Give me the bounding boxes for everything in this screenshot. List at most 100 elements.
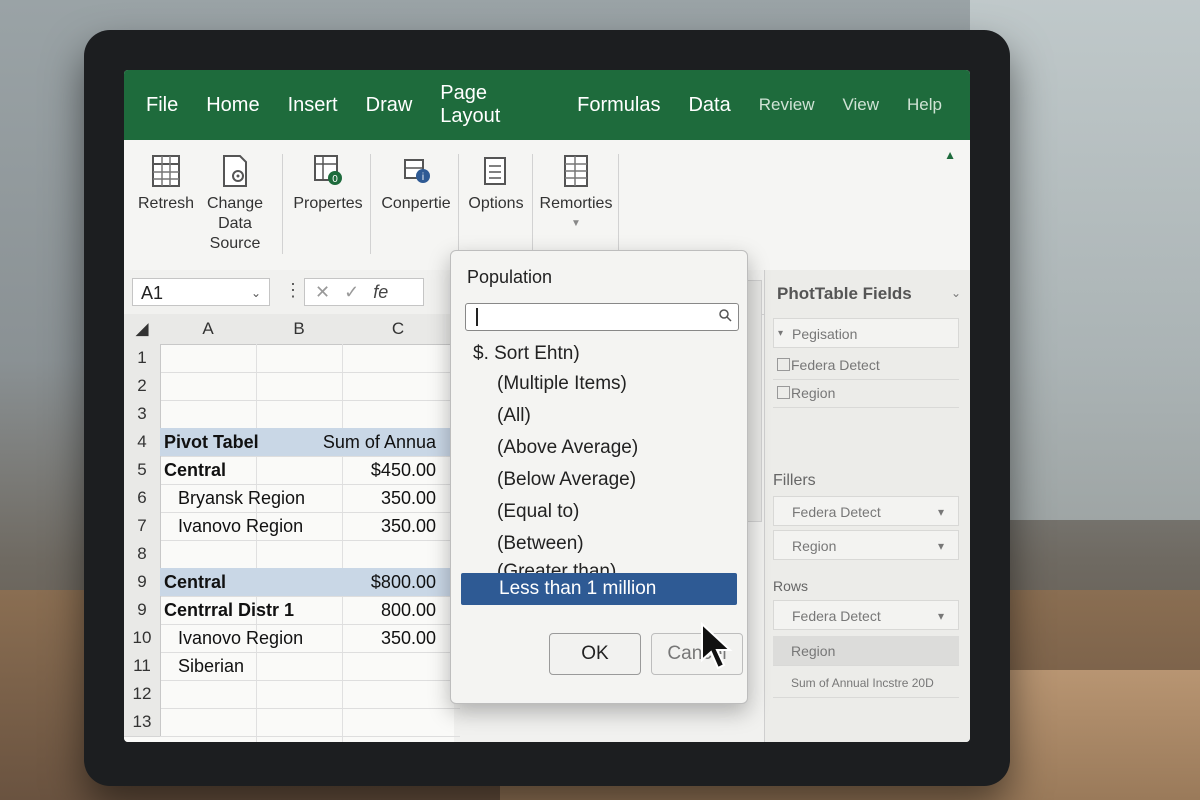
connections-button[interactable]: i Conpertie (378, 154, 454, 214)
cell-a[interactable]: Central (164, 456, 226, 484)
sort-option[interactable]: $. Sort Ehtn) (473, 343, 580, 365)
filter-item-region[interactable]: ▾ Region (773, 530, 959, 560)
fx-label[interactable]: fe (373, 282, 388, 302)
search-input[interactable] (465, 303, 739, 331)
row-header[interactable]: 9 (124, 596, 161, 625)
row-header[interactable]: 12 (124, 680, 161, 709)
row-header[interactable]: 1 (124, 344, 161, 373)
row-header[interactable]: 13 (124, 708, 161, 737)
search-icon (719, 309, 732, 322)
option-less-than-selected[interactable]: Less than 1 million (461, 573, 737, 605)
ribbon-separator (282, 154, 283, 254)
connections-icon: i (404, 159, 430, 183)
cell-c[interactable]: 800.00 (381, 596, 436, 624)
rows-heading: Rows (773, 578, 809, 594)
cell-c[interactable]: 350.00 (381, 484, 436, 512)
value-item-sum[interactable]: Sum of Annual Incstre 20D (773, 668, 959, 698)
cell-c[interactable]: Sum of Annua (323, 428, 436, 456)
option-above-average[interactable]: (Above Average) (497, 437, 638, 459)
cell-a[interactable]: Centrral Distr 1 (164, 596, 294, 624)
filter-item-federal-district[interactable]: ▾ Federa Detect (773, 496, 959, 526)
remorties-button[interactable]: Remorties ▼ (538, 154, 614, 234)
ok-button[interactable]: OK (549, 633, 641, 675)
checkbox-icon[interactable] (777, 358, 790, 371)
option-between[interactable]: (Between) (497, 533, 584, 555)
checkbox-icon[interactable] (777, 386, 790, 399)
option-below-average[interactable]: (Below Average) (497, 469, 636, 491)
table-row (160, 400, 460, 429)
field-item-federal-district[interactable]: Federa Detect (773, 350, 959, 380)
cell-a[interactable]: Central (164, 568, 226, 596)
pane-title: PhotTable Fields (777, 284, 912, 303)
tab-draw[interactable]: Draw (366, 94, 413, 117)
column-header-c[interactable]: C (342, 314, 455, 345)
properties-button[interactable]: 0 Propertes (292, 154, 364, 214)
row-header[interactable]: 6 (124, 484, 161, 513)
chevron-down-icon[interactable]: ⌄ (951, 286, 961, 300)
cell-a[interactable]: Pivot Tabel (164, 428, 259, 456)
table-row (160, 540, 460, 569)
table-row: Pivot Tabel Sum of Annua (160, 428, 460, 457)
table-row: Siberian (160, 652, 460, 681)
row-header[interactable]: 5 (124, 456, 161, 485)
select-all-corner[interactable]: ◢ (124, 314, 161, 345)
tab-formulas[interactable]: Formulas (577, 94, 660, 117)
table-row: Central $450.00 (160, 456, 460, 485)
change-data-source-button[interactable]: Change Data Source (204, 154, 266, 254)
table-row: Central $800.00 (160, 568, 460, 597)
cell-a[interactable]: Ivanovo Region (178, 512, 303, 540)
field-label: Pegisation (792, 326, 858, 342)
tab-help[interactable]: Help (907, 95, 942, 115)
tab-file[interactable]: File (146, 94, 178, 117)
tab-review[interactable]: Review (759, 95, 815, 115)
option-multiple-items[interactable]: (Multiple Items) (497, 373, 627, 395)
row-header[interactable]: 2 (124, 372, 161, 401)
tab-data[interactable]: Data (688, 94, 730, 117)
cell-a[interactable]: Bryansk Region (178, 484, 305, 512)
tab-page-layout[interactable]: Page Layout (440, 82, 549, 128)
refresh-button[interactable]: Retresh (136, 154, 196, 214)
row-header[interactable]: 4 (124, 428, 161, 457)
field-label: Federa Detect (791, 357, 880, 373)
ribbon-separator (618, 154, 619, 254)
grid-list-icon (564, 155, 588, 187)
name-box[interactable]: A1 ⌄ (132, 278, 270, 306)
cell-c[interactable]: 350.00 (381, 512, 436, 540)
field-item-region[interactable]: Region (773, 378, 959, 408)
cell-a[interactable]: Ivanovo Region (178, 624, 303, 652)
value-label: Sum of Annual Incstre 20D (791, 676, 934, 690)
tab-insert[interactable]: Insert (288, 94, 338, 117)
cell-c[interactable]: 350.00 (381, 624, 436, 652)
field-label: Region (791, 385, 836, 401)
row-header[interactable]: 10 (124, 624, 161, 653)
text-caret (476, 308, 478, 326)
ribbon-collapse-icon[interactable]: ▲ (944, 148, 956, 162)
caret-down-icon: ▾ (937, 539, 944, 553)
row-header[interactable]: 7 (124, 512, 161, 541)
cell-a[interactable]: Siberian (178, 652, 244, 680)
row-item-federal-district[interactable]: ▾ Federa Detect (773, 600, 959, 630)
row-item-region[interactable]: Region (773, 636, 959, 666)
row-header[interactable]: 11 (124, 652, 161, 681)
change-label-3: Source (209, 235, 261, 252)
ribbon-separator (370, 154, 371, 254)
tab-view[interactable]: View (842, 95, 879, 115)
options-button[interactable]: Options (464, 154, 528, 214)
tab-home[interactable]: Home (206, 94, 259, 117)
column-header-a[interactable]: A (160, 314, 257, 345)
row-header[interactable]: 9 (124, 568, 161, 597)
column-header-b[interactable]: B (256, 314, 343, 345)
field-item-population[interactable]: ▾ Pegisation (773, 318, 959, 348)
ribbon-separator (458, 154, 459, 254)
cell-c[interactable]: $450.00 (371, 456, 436, 484)
option-all[interactable]: (All) (497, 405, 531, 427)
option-equal-to[interactable]: (Equal to) (497, 501, 579, 523)
row-header[interactable]: 3 (124, 400, 161, 429)
formula-separator-icon: ⋮ (284, 280, 302, 300)
cancel-x-icon[interactable]: ✕ (315, 282, 344, 302)
cell-c[interactable]: $800.00 (371, 568, 436, 596)
properties-label: Propertes (293, 195, 363, 212)
remorties-label: Remorties (539, 195, 613, 212)
row-header[interactable]: 8 (124, 540, 161, 569)
check-icon[interactable]: ✓ (344, 282, 373, 302)
